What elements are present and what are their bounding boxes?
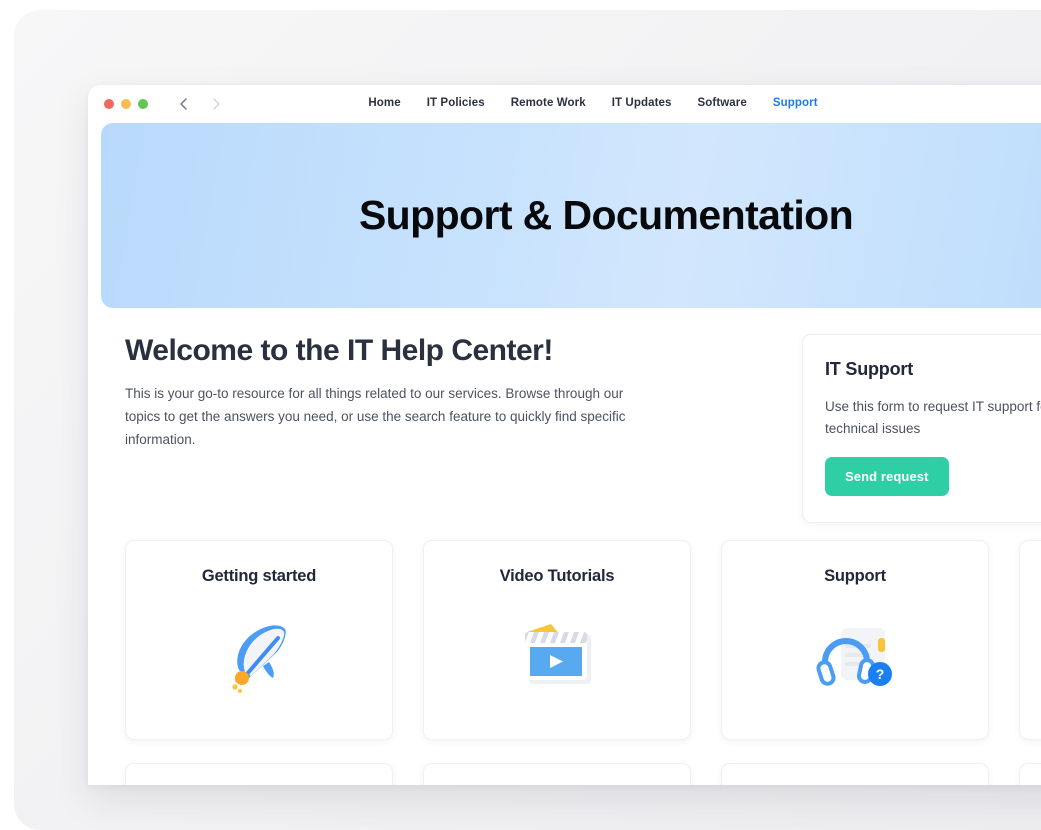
browser-window: Home IT Policies Remote Work IT Updates … [88,85,1041,785]
topic-card-getting-started[interactable]: Getting started [125,539,393,740]
page-title: Support & Documentation [358,192,854,238]
back-chevron-icon[interactable] [176,96,192,112]
browser-chrome-bar: Home IT Policies Remote Work IT Updates … [88,85,1041,126]
topic-card-row2[interactable] [423,762,691,785]
nav-item-it-updates[interactable]: IT Updates [612,97,672,111]
svg-text:?: ? [876,666,885,682]
hero-banner: Support & Documentation [101,123,1041,308]
it-support-card: IT Support Use this form to request IT s… [802,334,1041,523]
topic-card-support[interactable]: Support ? [721,539,989,740]
topic-card-row2[interactable] [1019,762,1041,785]
close-window-icon[interactable] [104,99,114,109]
headset-question-icon: ? [722,600,988,708]
topic-card-row2[interactable] [125,762,393,785]
main-navigation: Home IT Policies Remote Work IT Updates … [88,85,1041,126]
nav-item-it-policies[interactable]: IT Policies [427,97,485,111]
topic-card-grid: Getting started Video Tutorials Support … [88,523,1041,740]
maximize-window-icon[interactable] [138,99,148,109]
nav-item-remote-work[interactable]: Remote Work [511,97,586,111]
topic-card-video-tutorials[interactable]: Video Tutorials [423,539,691,740]
topic-card-partial[interactable] [1019,539,1041,740]
nav-item-support[interactable]: Support [771,97,819,126]
welcome-heading: Welcome to the IT Help Center! [125,334,553,367]
welcome-body: This is your go-to resource for all thin… [125,386,626,448]
it-support-title: IT Support [825,359,913,379]
intro-row: Welcome to the IT Help Center! This is y… [88,308,1041,523]
window-traffic-lights [104,99,148,109]
minimize-window-icon[interactable] [121,99,131,109]
rocket-icon [126,600,392,708]
topic-card-grid-row-2 [88,740,1041,785]
clapperboard-play-icon [424,600,690,708]
topic-card-title: Getting started [201,566,317,585]
topic-card-title: Support [824,566,886,585]
topic-card-title: Video Tutorials [499,566,615,585]
send-request-button[interactable]: Send request [825,456,949,496]
browser-history-controls [176,96,224,112]
topic-card-row2[interactable] [721,762,989,785]
page-content: Support & Documentation Welcome to the I… [88,123,1041,785]
welcome-section: Welcome to the IT Help Center! This is y… [125,334,725,523]
forward-chevron-icon[interactable] [208,96,224,112]
nav-item-software[interactable]: Software [698,97,747,111]
nav-item-home[interactable]: Home [368,97,400,111]
it-support-description: Use this form to request IT support for … [825,399,1041,436]
